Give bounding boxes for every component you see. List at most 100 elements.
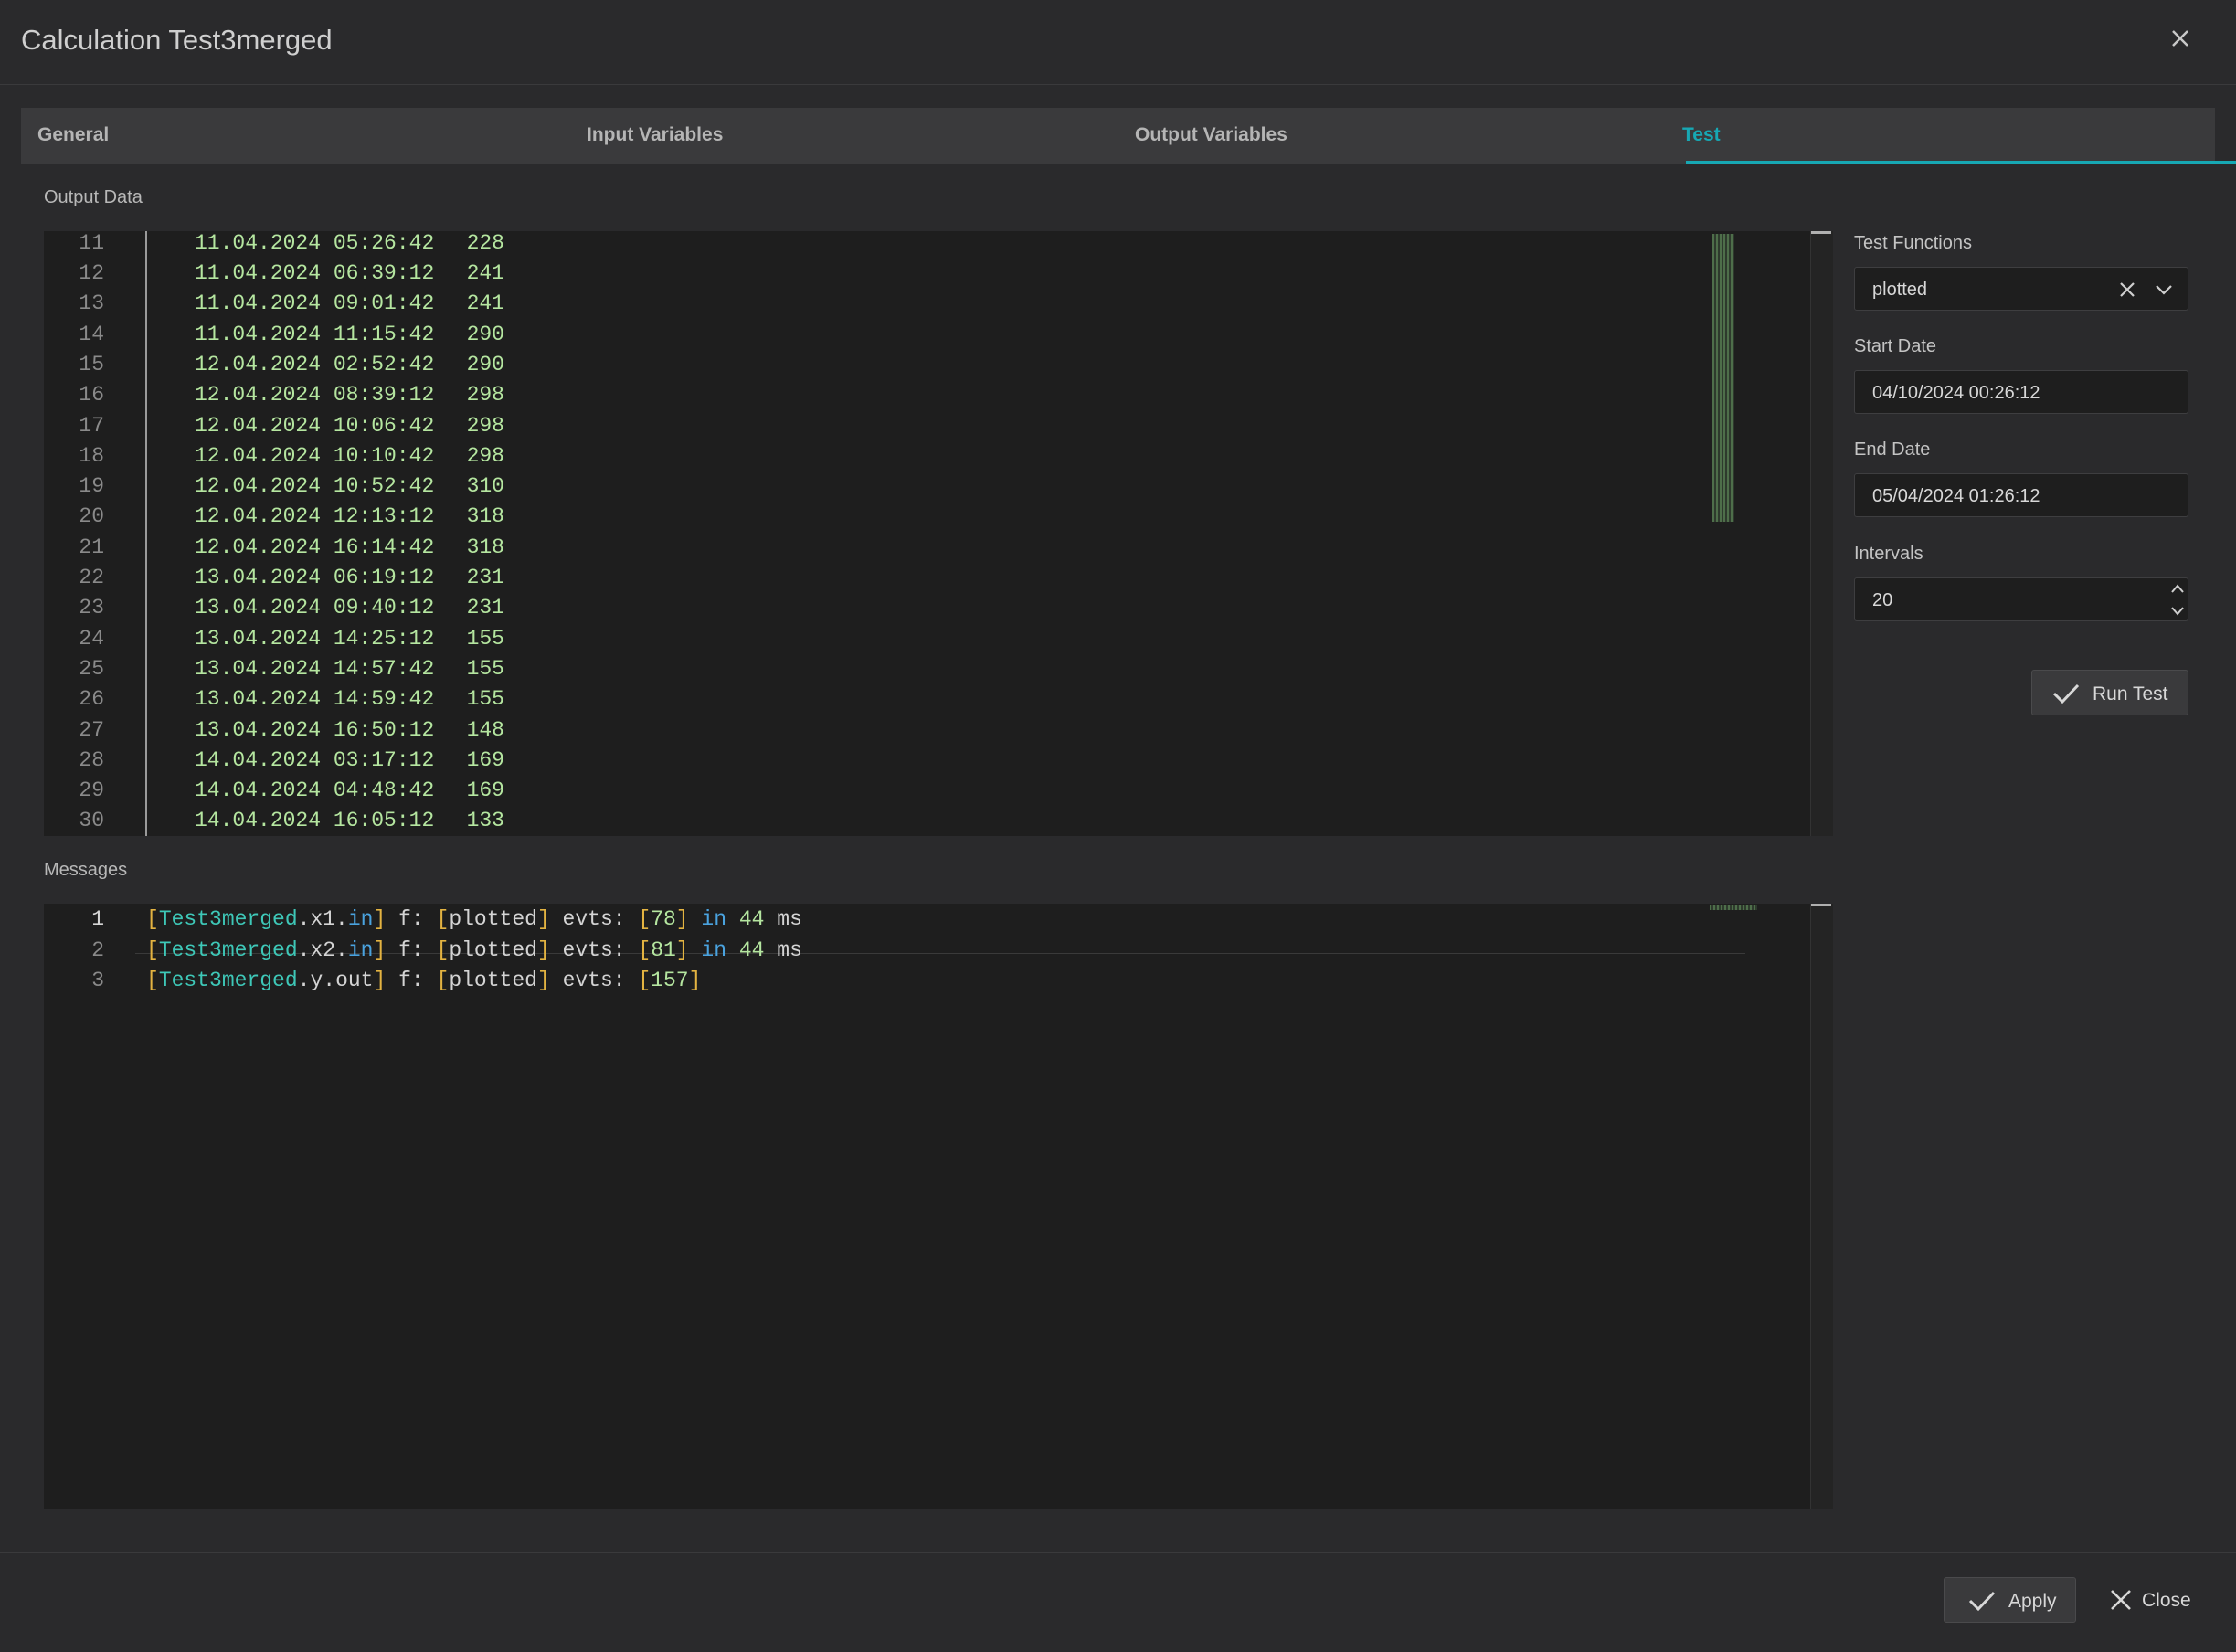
timestamp-cell: 13.04.2024 14:59:42 — [195, 687, 435, 712]
message-text: [Test3merged.x1.in] f: [plotted] evts: [… — [146, 907, 802, 931]
line-number: 14 — [79, 322, 104, 346]
start-date-label: Start Date — [1854, 336, 1937, 356]
minimap[interactable] — [1712, 234, 1734, 522]
output-data-editor[interactable]: 11 11.04.2024 05:26:42 228 12 11.04.2024 06:… — [44, 231, 1833, 836]
end-date-label: End Date — [1854, 439, 1931, 460]
value-cell: 155 — [466, 687, 504, 712]
close-button[interactable]: Close — [2105, 1583, 2197, 1619]
gutter-divider — [145, 231, 147, 836]
timestamp-cell: 13.04.2024 09:40:12 — [195, 596, 435, 620]
line-number: 2 — [91, 937, 104, 962]
timestamp-cell: 13.04.2024 16:50:12 — [195, 717, 435, 742]
line-number: 29 — [79, 778, 104, 803]
timestamp-cell: 13.04.2024 14:25:12 — [195, 626, 435, 651]
test-functions-label: Test Functions — [1854, 233, 1972, 253]
messages-vertical-scrollbar[interactable] — [1810, 904, 1833, 1509]
messages-label: Messages — [44, 860, 128, 880]
value-cell: 148 — [466, 717, 504, 742]
chevron-down-icon — [2171, 607, 2184, 616]
value-cell: 310 — [466, 474, 504, 499]
intervals-input[interactable]: 20 — [1854, 577, 2188, 621]
apply-button[interactable]: Apply — [1944, 1577, 2076, 1623]
line-number: 22 — [79, 566, 104, 589]
line-number: 3 — [91, 969, 104, 992]
line-number: 25 — [79, 656, 104, 681]
intervals-label: Intervals — [1854, 544, 1923, 564]
timestamp-cell: 12.04.2024 10:06:42 — [195, 413, 435, 438]
value-cell: 155 — [466, 626, 504, 651]
dialog-footer — [0, 1552, 2236, 1652]
close-label: Close — [2142, 1590, 2191, 1611]
test-functions-value: plotted — [1872, 280, 1928, 300]
run-test-button[interactable]: Run Test — [2031, 670, 2188, 715]
line-number: 21 — [79, 535, 104, 559]
tab-test[interactable]: Test — [1682, 108, 1721, 164]
spin-up-button[interactable] — [2167, 578, 2188, 599]
vertical-scrollbar[interactable] — [1810, 231, 1833, 836]
timestamp-cell: 12.04.2024 12:13:12 — [195, 504, 435, 529]
timestamp-cell: 12.04.2024 08:39:12 — [195, 383, 435, 408]
messages-minimap[interactable] — [1710, 905, 1757, 910]
value-cell: 298 — [466, 413, 504, 438]
line-number: 23 — [79, 596, 104, 620]
dialog-title: Calculation Test3merged — [21, 24, 333, 56]
line-number: 17 — [79, 413, 104, 438]
start-date-value: 04/10/2024 00:26:12 — [1872, 383, 2040, 403]
check-icon — [2052, 683, 2080, 704]
line-number: 27 — [79, 717, 104, 742]
timestamp-cell: 12.04.2024 02:52:42 — [195, 352, 435, 376]
line-number: 26 — [79, 687, 104, 712]
timestamp-cell: 14.04.2024 04:48:42 — [195, 778, 435, 803]
value-cell: 318 — [466, 504, 504, 529]
value-cell: 241 — [466, 261, 504, 285]
tab-bar: General Input Variables Output Variables… — [21, 108, 2236, 164]
line-number: 16 — [79, 383, 104, 408]
timestamp-cell: 14.04.2024 16:05:12 — [195, 809, 435, 833]
timestamp-cell: 11.04.2024 06:39:12 — [195, 261, 435, 285]
output-data-label: Output Data — [44, 187, 143, 207]
timestamp-cell: 11.04.2024 11:15:42 — [195, 322, 435, 346]
value-cell: 318 — [466, 535, 504, 559]
scrollbar-thumb[interactable] — [1811, 231, 1831, 234]
value-cell: 169 — [466, 747, 504, 772]
line-number: 11 — [79, 231, 104, 255]
apply-label: Apply — [2008, 1591, 2057, 1612]
timestamp-cell: 12.04.2024 10:52:42 — [195, 474, 435, 499]
line-number: 12 — [79, 261, 104, 285]
close-icon — [2111, 1590, 2131, 1610]
dialog-close-button[interactable] — [2166, 24, 2195, 53]
spin-down-button[interactable] — [2167, 600, 2188, 621]
value-cell: 228 — [466, 231, 504, 255]
line-number: 18 — [79, 443, 104, 468]
clear-icon[interactable] — [2116, 279, 2138, 301]
line-number: 24 — [79, 626, 104, 651]
test-functions-select[interactable]: plotted — [1854, 267, 2188, 311]
value-cell: 290 — [466, 322, 504, 346]
messages-scrollbar-thumb[interactable] — [1811, 904, 1831, 906]
timestamp-cell: 11.04.2024 05:26:42 — [195, 231, 435, 255]
messages-editor[interactable]: 1 [Test3merged.x1.in] f: [plotted] evts: … — [44, 904, 1833, 1509]
tab-input-variables[interactable]: Input Variables — [587, 108, 723, 164]
end-date-input[interactable]: 05/04/2024 01:26:12 — [1854, 473, 2188, 517]
value-cell: 290 — [466, 352, 504, 376]
timestamp-cell: 13.04.2024 06:19:12 — [195, 566, 435, 589]
value-cell: 241 — [466, 291, 504, 316]
timestamp-cell: 12.04.2024 10:10:42 — [195, 443, 435, 468]
timestamp-cell: 11.04.2024 09:01:42 — [195, 291, 435, 316]
start-date-input[interactable]: 04/10/2024 00:26:12 — [1854, 370, 2188, 414]
value-cell: 231 — [466, 596, 504, 620]
value-cell: 298 — [466, 383, 504, 408]
check-icon — [1968, 1591, 1996, 1612]
timestamp-cell: 14.04.2024 03:17:12 — [195, 747, 435, 772]
tab-general[interactable]: General — [37, 108, 109, 164]
value-cell: 231 — [466, 566, 504, 589]
line-number: 30 — [79, 809, 104, 833]
tab-output-variables[interactable]: Output Variables — [1135, 108, 1288, 164]
value-cell: 155 — [466, 656, 504, 681]
line-number: 1 — [91, 907, 104, 931]
chevron-up-icon — [2171, 584, 2184, 593]
line-number: 20 — [79, 504, 104, 529]
value-cell: 133 — [466, 809, 504, 833]
end-date-value: 05/04/2024 01:26:12 — [1872, 486, 2040, 506]
chevron-down-icon[interactable] — [2153, 279, 2175, 301]
